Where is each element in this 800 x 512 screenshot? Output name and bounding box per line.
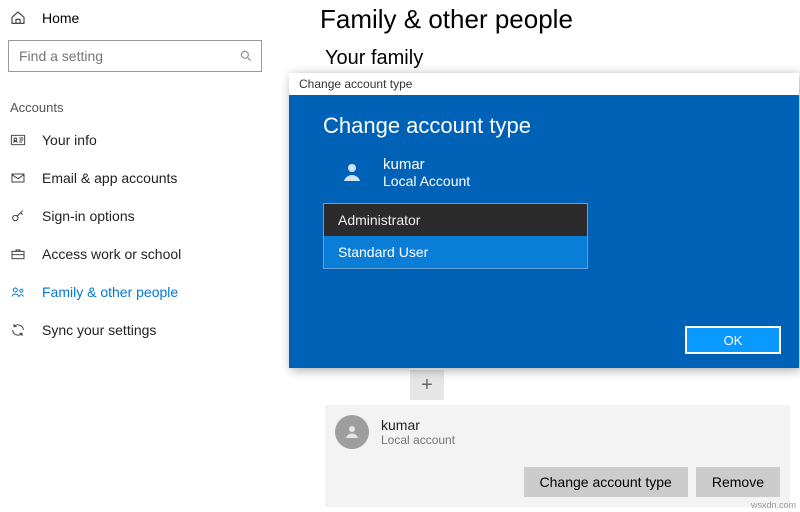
sidebar-item-label: Family & other people bbox=[42, 284, 178, 300]
user-type: Local account bbox=[381, 433, 455, 447]
home-label: Home bbox=[42, 10, 79, 26]
page-title: Family & other people bbox=[300, 0, 800, 47]
person-card-icon bbox=[10, 132, 26, 148]
dropdown-option-administrator[interactable]: Administrator bbox=[324, 204, 587, 236]
ok-button[interactable]: OK bbox=[685, 326, 781, 354]
account-type-dropdown[interactable]: Administrator Standard User bbox=[323, 203, 588, 269]
sidebar-item-label: Sign-in options bbox=[42, 208, 135, 224]
sidebar-item-label: Access work or school bbox=[42, 246, 181, 262]
remove-user-button[interactable]: Remove bbox=[696, 467, 780, 497]
sidebar-item-family[interactable]: Family & other people bbox=[0, 273, 270, 311]
search-input-wrapper[interactable] bbox=[8, 40, 262, 72]
sidebar-item-your-info[interactable]: Your info bbox=[0, 121, 270, 159]
dialog-heading: Change account type bbox=[323, 113, 765, 139]
dropdown-option-standard-user[interactable]: Standard User bbox=[324, 236, 587, 268]
dialog-user-name: kumar bbox=[383, 156, 470, 173]
user-row[interactable]: kumar Local account bbox=[335, 415, 780, 449]
change-account-type-dialog: Change account type Change account type … bbox=[289, 73, 799, 368]
change-account-type-button[interactable]: Change account type bbox=[524, 467, 688, 497]
watermark: wsxdn.com bbox=[751, 500, 796, 510]
sidebar-item-label: Sync your settings bbox=[42, 322, 156, 338]
home-link[interactable]: Home bbox=[0, 6, 270, 36]
settings-sidebar: Home Accounts Your info Email & app acco… bbox=[0, 0, 270, 512]
sidebar-item-label: Email & app accounts bbox=[42, 170, 177, 186]
sidebar-group-label: Accounts bbox=[0, 82, 270, 121]
avatar bbox=[335, 415, 369, 449]
sidebar-item-label: Your info bbox=[42, 132, 97, 148]
sidebar-item-email[interactable]: Email & app accounts bbox=[0, 159, 270, 197]
user-name: kumar bbox=[381, 417, 455, 433]
search-icon bbox=[239, 49, 253, 63]
dialog-titlebar: Change account type bbox=[289, 73, 799, 95]
dialog-user-row: kumar Local Account bbox=[335, 155, 765, 189]
sync-icon bbox=[10, 322, 26, 338]
other-user-card: kumar Local account Change account type … bbox=[325, 405, 790, 507]
sidebar-item-work-school[interactable]: Access work or school bbox=[0, 235, 270, 273]
add-user-button[interactable]: + bbox=[410, 370, 444, 400]
home-icon bbox=[10, 10, 26, 26]
briefcase-icon bbox=[10, 246, 26, 262]
mail-icon bbox=[10, 170, 26, 186]
people-icon bbox=[10, 284, 26, 300]
key-icon bbox=[10, 208, 26, 224]
avatar-icon bbox=[335, 155, 369, 189]
search-input[interactable] bbox=[17, 47, 239, 65]
sidebar-item-sync[interactable]: Sync your settings bbox=[0, 311, 270, 349]
dialog-user-type: Local Account bbox=[383, 173, 470, 189]
sidebar-item-signin[interactable]: Sign-in options bbox=[0, 197, 270, 235]
plus-icon: + bbox=[421, 374, 433, 397]
